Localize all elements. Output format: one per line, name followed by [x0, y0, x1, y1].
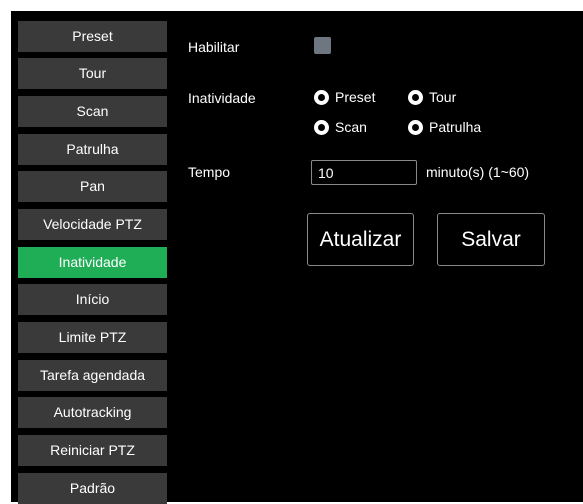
radio-tour[interactable]: Tour [408, 89, 456, 105]
radio-preset-indicator [314, 89, 329, 105]
radio-preset-label: Preset [335, 89, 376, 105]
sidebar-item-preset[interactable]: Preset [18, 21, 167, 52]
sidebar-item-reiniciar-ptz[interactable]: Reiniciar PTZ [18, 435, 167, 466]
radio-patrulha-indicator [408, 119, 423, 135]
sidebar-item-autotracking[interactable]: Autotracking [18, 397, 167, 428]
time-hint: minuto(s) (1~60) [426, 164, 530, 180]
sidebar-item-inatividade[interactable]: Inatividade [18, 247, 167, 278]
radio-scan[interactable]: Scan [314, 119, 367, 135]
sidebar-item-velocidade-ptz[interactable]: Velocidade PTZ [18, 209, 167, 240]
enable-label: Habilitar [188, 39, 240, 55]
sidebar-item-inicio[interactable]: Início [18, 284, 167, 315]
ptz-settings-panel: Preset Tour Scan Patrulha Pan Velocidade… [11, 11, 583, 504]
sidebar-item-patrulha[interactable]: Patrulha [18, 134, 167, 165]
radio-patrulha[interactable]: Patrulha [408, 119, 481, 135]
radio-patrulha-label: Patrulha [429, 119, 482, 135]
time-input[interactable] [311, 160, 417, 185]
sidebar-item-limite-ptz[interactable]: Limite PTZ [18, 322, 167, 353]
radio-preset[interactable]: Preset [314, 89, 375, 105]
sidebar-item-tarefa-agendada[interactable]: Tarefa agendada [18, 360, 167, 391]
radio-tour-label: Tour [429, 89, 457, 105]
save-button[interactable]: Salvar [437, 213, 545, 266]
sidebar-item-padrao[interactable]: Padrão [18, 473, 167, 504]
sidebar-item-tour[interactable]: Tour [18, 58, 167, 89]
refresh-button[interactable]: Atualizar [307, 213, 414, 266]
radio-scan-label: Scan [335, 119, 367, 135]
inactivity-label: Inatividade [188, 90, 256, 106]
time-label: Tempo [188, 164, 231, 180]
radio-tour-indicator [408, 89, 423, 105]
sidebar-item-pan[interactable]: Pan [18, 171, 167, 202]
radio-scan-indicator [314, 119, 329, 135]
enable-checkbox[interactable] [314, 37, 331, 54]
sidebar-item-scan[interactable]: Scan [18, 96, 167, 127]
